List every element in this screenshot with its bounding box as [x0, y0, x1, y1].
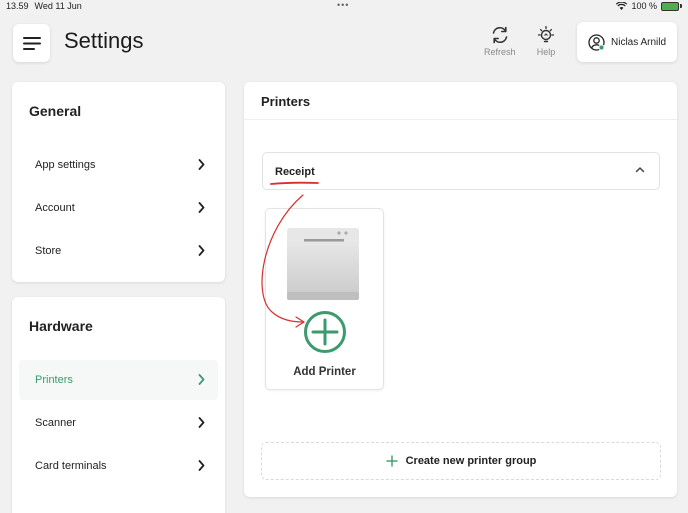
- sidebar-item-label: Account: [35, 202, 75, 214]
- status-right: 100 %: [616, 1, 682, 11]
- printer-group-label: Receipt: [275, 166, 315, 178]
- sidebar-item-printers[interactable]: Printers: [19, 360, 218, 400]
- chevron-right-icon: [198, 159, 205, 170]
- chevron-right-icon: [198, 202, 205, 213]
- battery-icon: [661, 1, 682, 11]
- hardware-section: Hardware Printers Scanner Card terminals: [12, 297, 225, 513]
- panel-divider: [244, 119, 677, 120]
- wifi-icon: [616, 2, 628, 10]
- plus-icon: [386, 455, 398, 467]
- create-printer-group-button[interactable]: Create new printer group: [261, 442, 661, 480]
- user-button[interactable]: Niclas Arnild: [577, 22, 677, 62]
- chevron-right-icon: [198, 460, 205, 471]
- user-avatar-icon: [588, 33, 605, 51]
- refresh-label: Refresh: [484, 47, 516, 57]
- sidebar-item-label: Card terminals: [35, 460, 107, 472]
- hamburger-icon: [22, 36, 41, 50]
- printer-group-receipt[interactable]: Receipt: [262, 152, 660, 190]
- add-printer-label: Add Printer: [293, 366, 356, 378]
- user-name: Niclas Arnild: [611, 36, 667, 48]
- status-time: 13.59: [6, 1, 29, 11]
- chevron-right-icon: [198, 417, 205, 428]
- sidebar-item-card-terminals[interactable]: Card terminals: [19, 446, 218, 486]
- add-circle-icon: [304, 311, 346, 353]
- sidebar-item-label: Store: [35, 245, 62, 257]
- panel-title: Printers: [261, 94, 311, 109]
- sidebar-item-label: App settings: [35, 159, 96, 171]
- lightbulb-icon: [537, 26, 555, 43]
- status-date: Wed 11 Jun: [34, 1, 82, 11]
- hardware-title: Hardware: [29, 318, 93, 334]
- sidebar-item-scanner[interactable]: Scanner: [19, 403, 218, 443]
- printer-icon: [287, 228, 359, 300]
- page-title: Settings: [64, 28, 144, 53]
- general-section: General App settings Account Store: [12, 82, 225, 282]
- sidebar-item-label: Printers: [35, 374, 73, 386]
- battery-percent: 100 %: [631, 1, 657, 11]
- general-title: General: [29, 103, 82, 119]
- sidebar-item-account[interactable]: Account: [19, 188, 218, 228]
- chevron-right-icon: [198, 245, 205, 256]
- refresh-icon: [492, 26, 508, 44]
- menu-button[interactable]: [13, 24, 50, 62]
- multitask-dots: •••: [337, 0, 350, 10]
- refresh-button[interactable]: Refresh: [484, 26, 516, 57]
- status-bar: 13.59 Wed 11 Jun ••• 100 %: [0, 0, 688, 12]
- help-label: Help: [536, 47, 556, 57]
- printers-panel: Printers Receipt Add Printer Create new …: [244, 82, 677, 497]
- create-group-label: Create new printer group: [405, 455, 537, 467]
- add-printer-card[interactable]: Add Printer: [265, 208, 384, 390]
- header: Settings Refresh Help Niclas Arnild: [0, 20, 688, 66]
- chevron-up-icon: [635, 167, 645, 173]
- sidebar-item-store[interactable]: Store: [19, 231, 218, 271]
- chevron-right-icon: [198, 374, 205, 385]
- sidebar-item-label: Scanner: [35, 417, 76, 429]
- sidebar-item-app-settings[interactable]: App settings: [19, 145, 218, 185]
- help-button[interactable]: Help: [536, 26, 556, 57]
